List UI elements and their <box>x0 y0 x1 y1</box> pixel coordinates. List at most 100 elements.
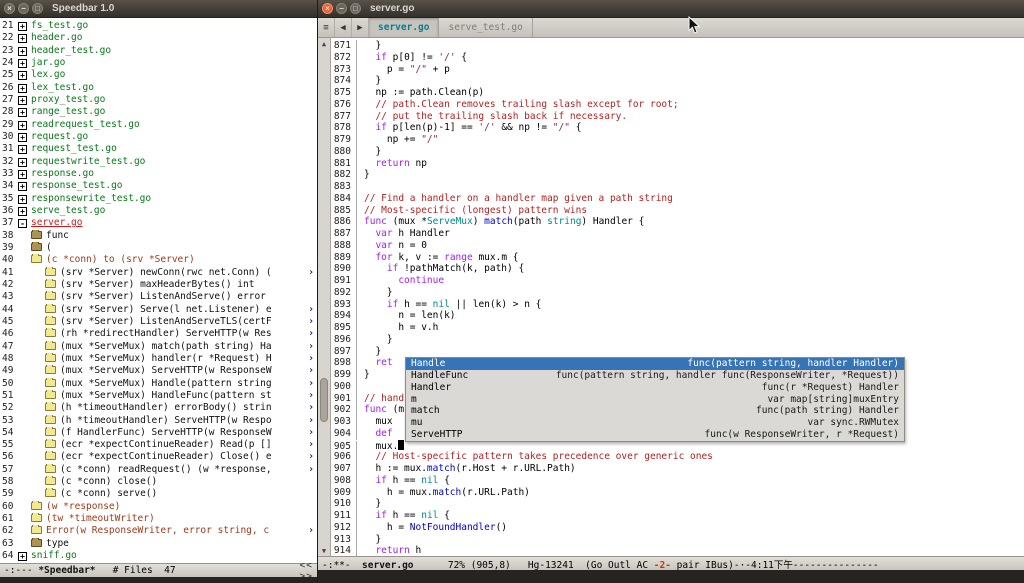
code-line[interactable]: 911 if h == nil { <box>331 510 1024 522</box>
code-line[interactable]: 891 continue <box>331 275 1024 287</box>
code-line[interactable]: 896 } <box>331 334 1024 346</box>
code-line[interactable]: 873 p = "/" + p <box>331 64 1024 76</box>
speedbar-row[interactable]: 38func <box>0 230 317 242</box>
speedbar-row[interactable]: 32+requestwrite_test.go <box>0 156 317 168</box>
tab-serve-test-go[interactable]: serve_test.go <box>439 18 532 37</box>
expand-icon[interactable]: + <box>18 47 27 56</box>
speedbar-row[interactable]: 59(c *conn) serve() <box>0 488 317 500</box>
minimize-icon[interactable]: − <box>18 3 29 14</box>
speedbar-row[interactable]: 25+lex.go <box>0 69 317 81</box>
completion-item[interactable]: mvar map[string]muxEntry <box>406 394 904 406</box>
code-line[interactable]: 877 // put the trailing slash back if ne… <box>331 111 1024 123</box>
forward-icon[interactable]: ▶ <box>352 18 369 37</box>
expand-icon[interactable]: + <box>18 108 27 117</box>
speedbar-row[interactable]: 35+responsewrite_test.go <box>0 193 317 205</box>
speedbar-row[interactable]: 64+sniff.go <box>0 550 317 562</box>
expand-icon[interactable]: + <box>18 96 27 105</box>
code-line[interactable]: 881 return np <box>331 158 1024 170</box>
expand-icon[interactable]: + <box>18 133 27 142</box>
close-icon[interactable]: × <box>322 3 333 14</box>
expand-icon[interactable]: + <box>18 121 27 130</box>
code-line[interactable]: 886func (mux *ServeMux) match(path strin… <box>331 216 1024 228</box>
speedbar-row[interactable]: 21+fs_test.go <box>0 20 317 32</box>
speedbar-row[interactable]: 50(mux *ServeMux) Handle(pattern string› <box>0 378 317 390</box>
speedbar-row[interactable]: 51(mux *ServeMux) HandleFunc(pattern st› <box>0 390 317 402</box>
code-line[interactable]: 890 if !pathMatch(k, path) { <box>331 263 1024 275</box>
speedbar-file-tree[interactable]: 21+fs_test.go22+header.go23+header_test.… <box>0 18 317 563</box>
completion-item[interactable]: ServeHTTPfunc(w ResponseWriter, r *Reque… <box>406 429 904 441</box>
expand-icon[interactable]: + <box>18 170 27 179</box>
speedbar-titlebar[interactable]: × − □ Speedbar 1.0 <box>0 0 317 18</box>
speedbar-row[interactable]: 39( <box>0 242 317 254</box>
code-line[interactable]: 897 } <box>331 346 1024 358</box>
expand-icon[interactable]: + <box>18 207 27 216</box>
expand-icon[interactable]: + <box>18 158 27 167</box>
code-line[interactable]: 893 if h == nil || len(k) > n { <box>331 299 1024 311</box>
back-icon[interactable]: ◀ <box>335 18 352 37</box>
expand-icon[interactable]: + <box>18 59 27 68</box>
speedbar-row[interactable]: 55(ecr *expectContinueReader) Read(p []› <box>0 439 317 451</box>
speedbar-row[interactable]: 46(rh *redirectHandler) ServeHTTP(w Res› <box>0 328 317 340</box>
speedbar-row[interactable]: 41(srv *Server) newConn(rwc net.Conn) (› <box>0 267 317 279</box>
code-line[interactable]: 887 var h Handler <box>331 228 1024 240</box>
editor-titlebar[interactable]: × − □ server.go <box>318 0 1024 18</box>
code-line[interactable]: 882} <box>331 169 1024 181</box>
speedbar-row[interactable]: 29+readrequest_test.go <box>0 119 317 131</box>
collapse-icon[interactable]: - <box>18 219 27 228</box>
speedbar-row[interactable]: 57(c *conn) readRequest() (w *response,› <box>0 464 317 476</box>
speedbar-row[interactable]: 43(srv *Server) ListenAndServe() error <box>0 291 317 303</box>
maximize-icon[interactable]: □ <box>32 3 43 14</box>
code-line[interactable]: 910 } <box>331 498 1024 510</box>
code-line[interactable]: 895 h = v.h <box>331 322 1024 334</box>
speedbar-row[interactable]: 42(srv *Server) maxHeaderBytes() int <box>0 279 317 291</box>
code-line[interactable]: 883 <box>331 181 1024 193</box>
expand-icon[interactable]: + <box>18 34 27 43</box>
code-line[interactable]: 876 // path.Clean removes trailing slash… <box>331 99 1024 111</box>
code-line[interactable]: 872 if p[0] != '/' { <box>331 52 1024 64</box>
code-line[interactable]: 894 n = len(k) <box>331 310 1024 322</box>
code-line[interactable]: 879 np += "/" <box>331 134 1024 146</box>
speedbar-row[interactable]: 54(f HandlerFunc) ServeHTTP(w ResponseW› <box>0 427 317 439</box>
speedbar-row[interactable]: 26+lex_test.go <box>0 82 317 94</box>
code-line[interactable]: 889 for k, v := range mux.m { <box>331 252 1024 264</box>
expand-icon[interactable]: + <box>18 182 27 191</box>
expand-icon[interactable]: + <box>18 71 27 80</box>
minimize-icon[interactable]: − <box>336 3 347 14</box>
speedbar-row[interactable]: 31+request_test.go <box>0 143 317 155</box>
speedbar-row[interactable]: 22+header.go <box>0 32 317 44</box>
code-line[interactable]: 871 } <box>331 40 1024 52</box>
expand-icon[interactable]: + <box>18 22 27 31</box>
code-line[interactable]: 914 return h <box>331 545 1024 556</box>
scroll-up-icon[interactable]: ▲ <box>318 38 330 49</box>
code-line[interactable]: 912 h = NotFoundHandler() <box>331 522 1024 534</box>
speedbar-row[interactable]: 30+request.go <box>0 131 317 143</box>
speedbar-row[interactable]: 28+range_test.go <box>0 106 317 118</box>
completion-item[interactable]: HandleFuncfunc(pattern string, handler f… <box>406 370 904 382</box>
speedbar-row[interactable]: 45(srv *Server) ListenAndServeTLS(certF› <box>0 316 317 328</box>
speedbar-row[interactable]: 34+response_test.go <box>0 180 317 192</box>
speedbar-row[interactable]: 58(c *conn) close() <box>0 476 317 488</box>
code-line[interactable]: 885// Most-specific (longest) pattern wi… <box>331 205 1024 217</box>
code-line[interactable]: 913 } <box>331 534 1024 546</box>
speedbar-row[interactable]: 52(h *timeoutHandler) errorBody() strin› <box>0 402 317 414</box>
speedbar-row[interactable]: 53(h *timeoutHandler) ServeHTTP(w Respo› <box>0 415 317 427</box>
code-line[interactable]: 878 if p[len(p)-1] == '/' && np != "/" { <box>331 122 1024 134</box>
code-line[interactable]: 909 h = mux.match(r.URL.Path) <box>331 487 1024 499</box>
close-icon[interactable]: × <box>4 3 15 14</box>
code-line[interactable]: 892 } <box>331 287 1024 299</box>
speedbar-row[interactable]: 36+serve_test.go <box>0 205 317 217</box>
completion-item[interactable]: Handlefunc(pattern string, handler Handl… <box>406 358 904 370</box>
speedbar-row[interactable]: 60(w *response) <box>0 501 317 513</box>
completion-item[interactable]: muvar sync.RWMutex <box>406 417 904 429</box>
code-line[interactable]: 875 np := path.Clean(p) <box>331 87 1024 99</box>
vertical-scrollbar[interactable]: ▲ ▼ <box>318 38 331 556</box>
scroll-down-icon[interactable]: ▼ <box>318 545 330 556</box>
completion-item[interactable]: matchfunc(path string) Handler <box>406 405 904 417</box>
code-line[interactable]: 874 } <box>331 75 1024 87</box>
code-line[interactable]: 907 h := mux.match(r.Host + r.URL.Path) <box>331 463 1024 475</box>
expand-icon[interactable]: + <box>18 552 27 561</box>
speedbar-row[interactable]: 40(c *conn) to (srv *Server) <box>0 254 317 266</box>
speedbar-row[interactable]: 23+header_test.go <box>0 45 317 57</box>
tab-server-go[interactable]: server.go <box>369 18 439 37</box>
speedbar-row[interactable]: 49(mux *ServeMux) ServeHTTP(w ResponseW› <box>0 365 317 377</box>
